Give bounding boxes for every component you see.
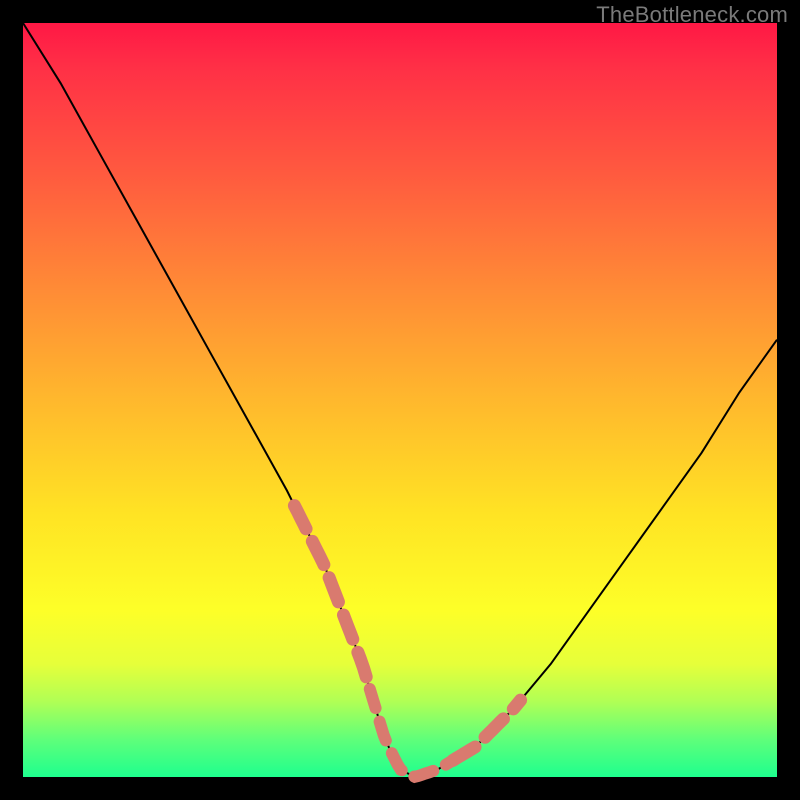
highlight-dash	[370, 689, 453, 777]
highlight-dash	[294, 506, 369, 689]
bottleneck-curve-path	[23, 23, 777, 777]
chart-frame: TheBottleneck.com	[0, 0, 800, 800]
highlight-dash-group	[294, 506, 520, 777]
highlight-dash	[453, 700, 521, 760]
chart-plot-area	[23, 23, 777, 777]
watermark-text: TheBottleneck.com	[596, 2, 788, 28]
chart-svg	[23, 23, 777, 777]
